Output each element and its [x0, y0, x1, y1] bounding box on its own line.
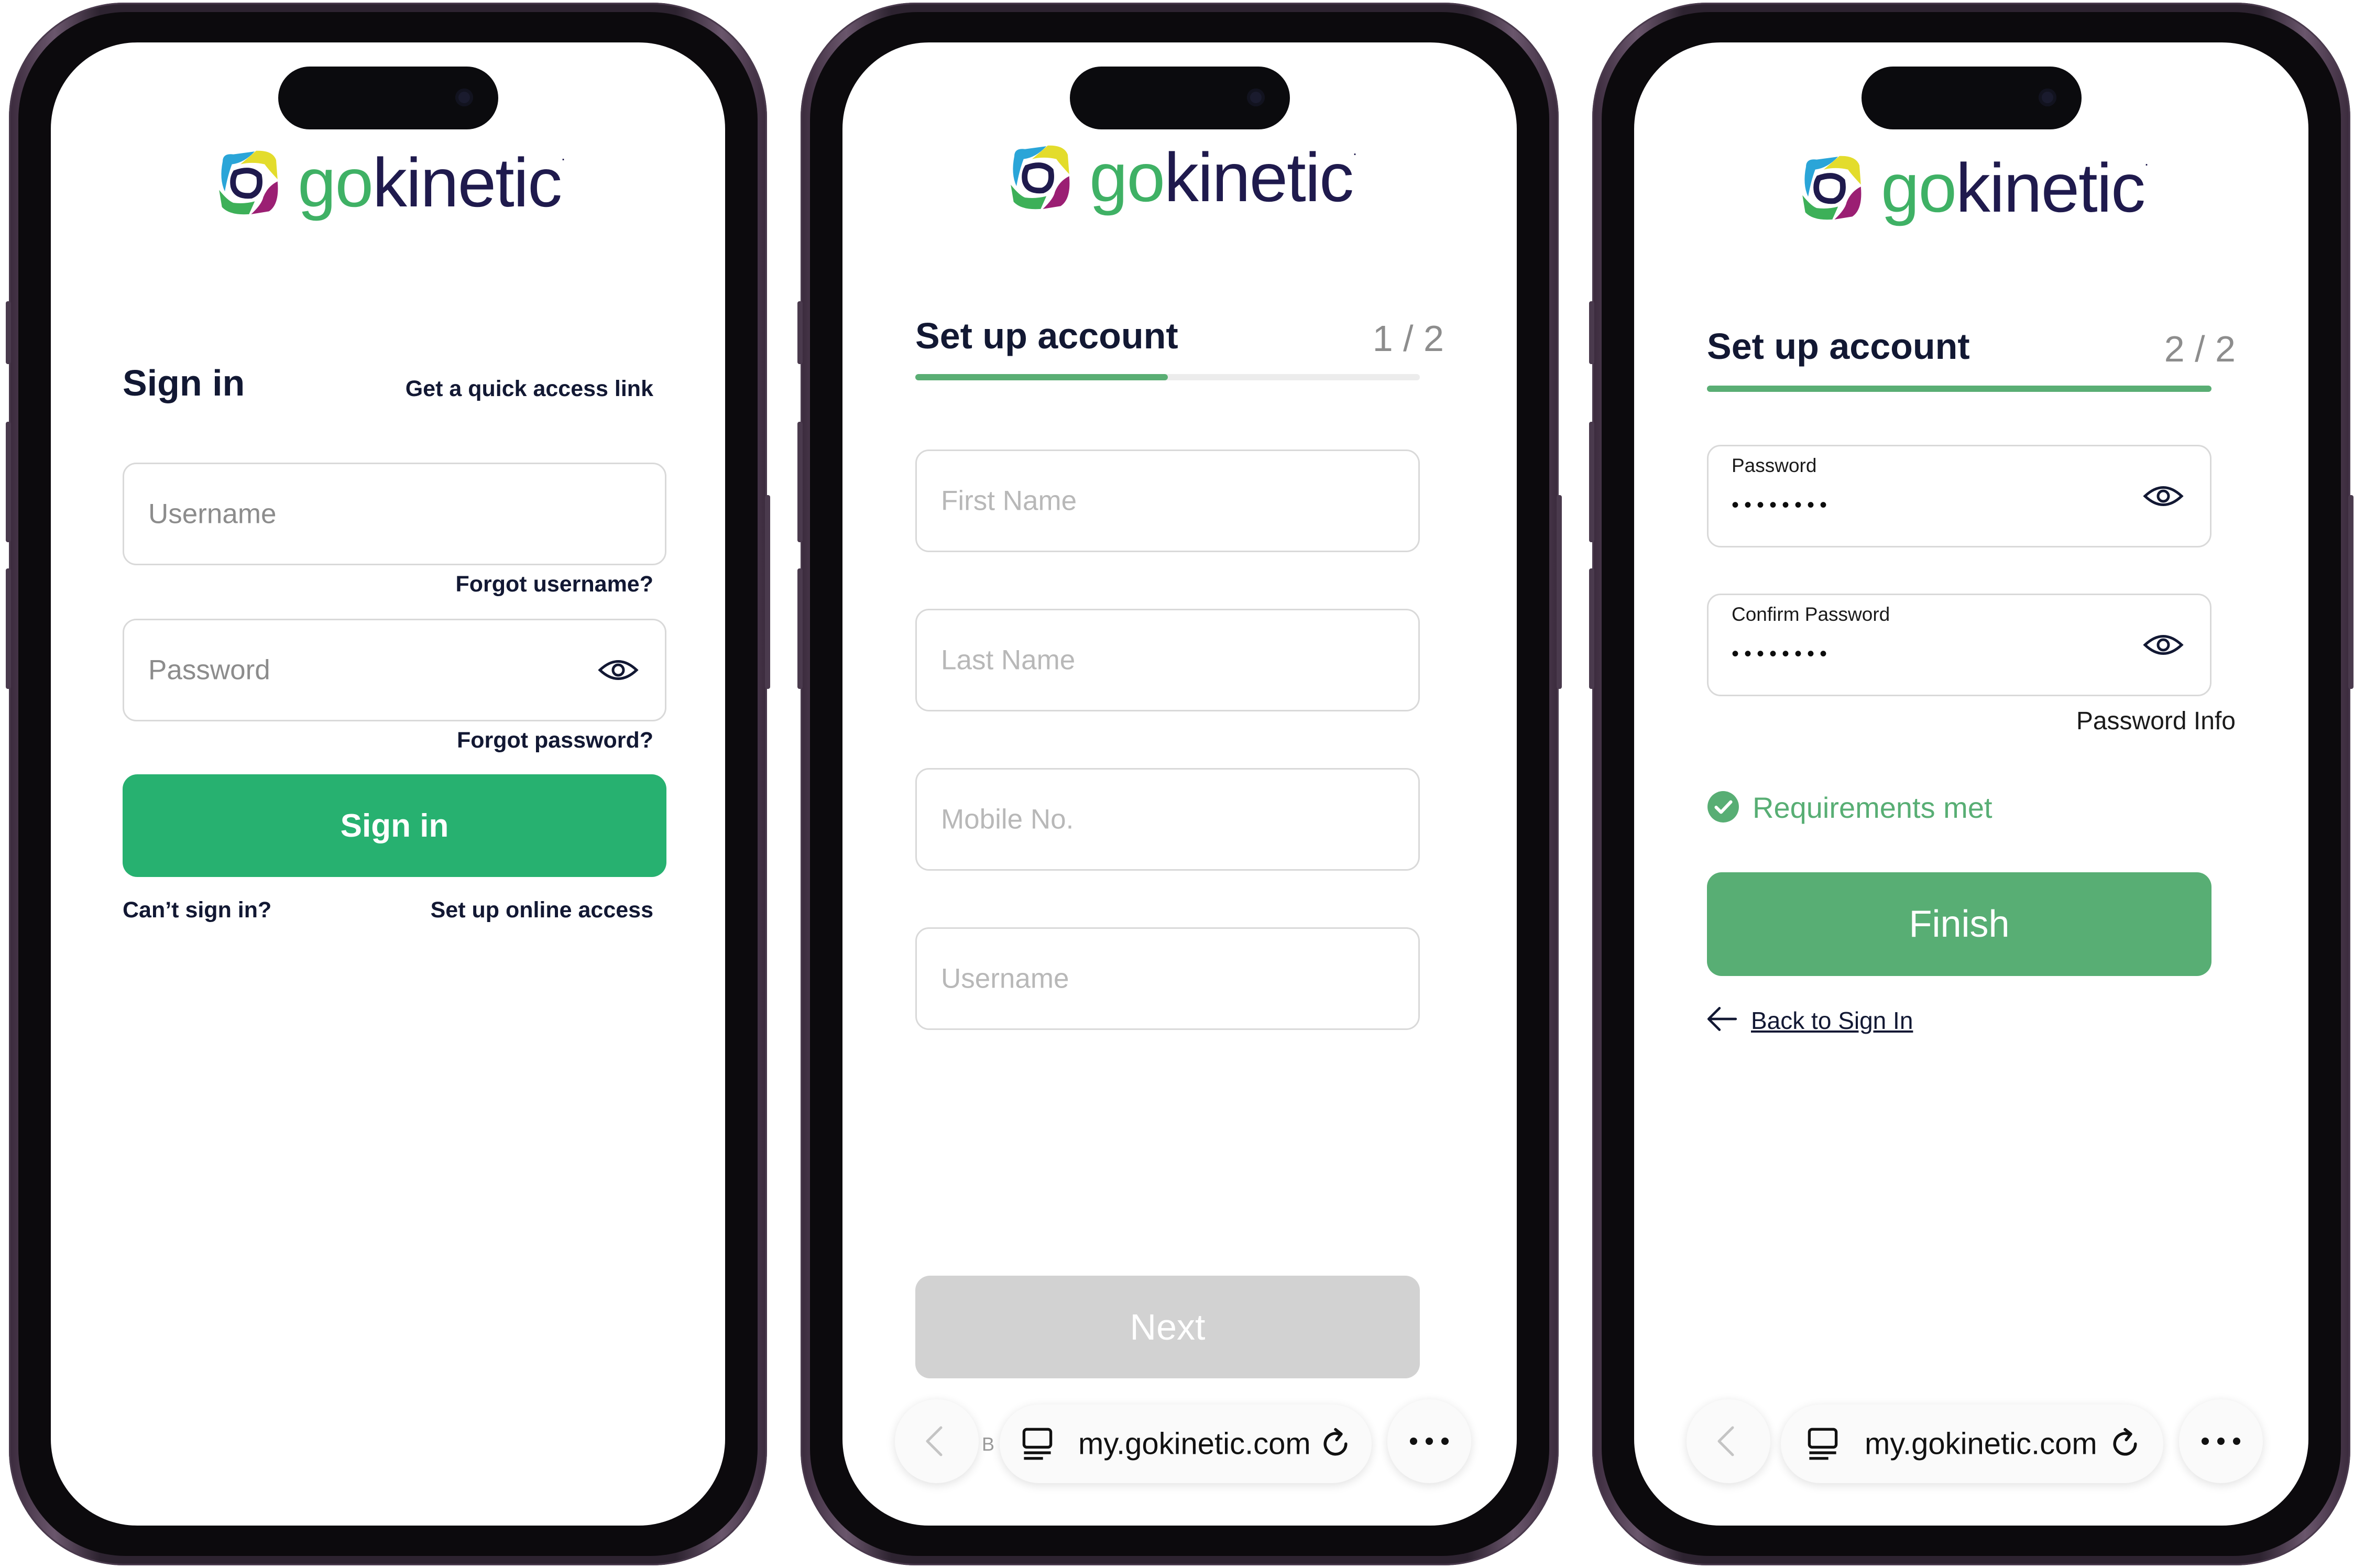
step-indicator: 2 / 2 — [2164, 328, 2236, 369]
more-menu-button[interactable] — [2179, 1399, 2263, 1483]
eye-icon[interactable] — [598, 657, 639, 683]
first-name-input[interactable]: First Name — [915, 449, 1420, 552]
reload-icon[interactable] — [1318, 1427, 1353, 1461]
mobile-input[interactable]: Mobile No. — [915, 768, 1420, 871]
eye-icon[interactable] — [2143, 483, 2184, 509]
password-input[interactable]: Password •••••••• — [1707, 445, 2211, 547]
setup-online-access-link[interactable]: Set up online access — [431, 897, 653, 923]
brand-logo: gokinetic. — [212, 144, 565, 221]
screen-signin: gokinetic. Sign in Get a quick access li… — [51, 42, 725, 1526]
volume-down-button — [6, 568, 11, 689]
tabs-icon[interactable] — [1806, 1427, 1840, 1461]
password-info-link[interactable]: Password Info — [2076, 707, 2236, 736]
username-input[interactable]: Username — [123, 463, 666, 565]
brand-logo: gokinetic. — [1795, 149, 2149, 226]
brand-wordmark: gokinetic. — [1089, 139, 1357, 216]
eye-icon[interactable] — [2143, 632, 2184, 658]
forgot-password-link[interactable]: Forgot password? — [457, 728, 653, 753]
brand-wordmark: gokinetic. — [1881, 149, 2149, 226]
phone-setup-step1: gokinetic. Set up account 1 / 2 First Na… — [797, 3, 1562, 1565]
gokinetic-logo-icon — [1802, 156, 1861, 220]
address-bar[interactable]: my.gokinetic.com — [1000, 1405, 1372, 1483]
screen-setup-step2: gokinetic. Set up account 2 / 2 Password… — [1634, 42, 2308, 1526]
next-button[interactable]: Next — [915, 1276, 1420, 1378]
browser-back-button[interactable] — [895, 1399, 979, 1483]
brand-wordmark: gokinetic. — [298, 144, 565, 221]
action-button — [6, 301, 11, 364]
password-input[interactable]: Password — [123, 619, 666, 721]
username-input[interactable]: Username — [915, 927, 1420, 1030]
dynamic-island — [1861, 67, 2082, 129]
browser-back-button[interactable] — [1687, 1399, 1770, 1483]
cant-sign-in-link[interactable]: Can’t sign in? — [123, 897, 271, 923]
requirements-status: Requirements met — [1753, 791, 1992, 824]
password-label: Password — [1732, 455, 1817, 476]
reload-icon[interactable] — [2108, 1427, 2142, 1461]
progress-fill — [915, 374, 1168, 380]
progress-bar — [915, 374, 1420, 380]
username-placeholder: Username — [941, 963, 1069, 994]
page-title: Set up account — [915, 315, 1178, 356]
tabs-icon[interactable] — [1021, 1427, 1054, 1461]
back-to-signin-link[interactable]: Back to Sign In — [1751, 1006, 1913, 1035]
step-indicator: 1 / 2 — [1372, 318, 1444, 359]
tab-preview-letter: B — [982, 1433, 995, 1455]
confirm-password-input[interactable]: Confirm Password •••••••• — [1707, 594, 2211, 696]
chevron-left-icon — [1717, 1426, 1734, 1456]
brand-logo: gokinetic. — [1003, 139, 1357, 216]
power-button — [765, 495, 770, 689]
more-icon — [2202, 1438, 2240, 1445]
username-placeholder: Username — [148, 498, 277, 530]
dynamic-island — [1069, 67, 1290, 129]
progress-fill — [1707, 386, 2211, 392]
quick-access-link[interactable]: Get a quick access link — [406, 376, 653, 402]
password-placeholder: Password — [148, 654, 270, 686]
address-bar[interactable]: my.gokinetic.com — [1781, 1405, 2163, 1483]
url-text: my.gokinetic.com — [1865, 1427, 2097, 1461]
chevron-left-icon — [926, 1426, 943, 1456]
mobile-placeholder: Mobile No. — [941, 804, 1074, 835]
dynamic-island — [278, 67, 498, 129]
password-value: •••••••• — [1732, 494, 1833, 517]
gokinetic-logo-icon — [218, 150, 278, 215]
page-title: Set up account — [1707, 326, 1970, 367]
more-icon — [1410, 1438, 1449, 1445]
last-name-input[interactable]: Last Name — [915, 609, 1420, 711]
confirm-password-value: •••••••• — [1732, 642, 1833, 665]
volume-up-button — [6, 422, 11, 542]
back-arrow-icon[interactable] — [1705, 1005, 1738, 1033]
gokinetic-logo-icon — [1010, 145, 1069, 210]
confirm-password-label: Confirm Password — [1732, 604, 1890, 625]
signin-button[interactable]: Sign in — [123, 774, 666, 877]
finish-button[interactable]: Finish — [1707, 872, 2211, 976]
first-name-placeholder: First Name — [941, 485, 1077, 517]
url-text: my.gokinetic.com — [1078, 1427, 1311, 1461]
phone-setup-step2: gokinetic. Set up account 2 / 2 Password… — [1589, 3, 2353, 1565]
phone-signin: gokinetic. Sign in Get a quick access li… — [6, 3, 770, 1565]
page-title: Sign in — [123, 363, 245, 403]
screen-setup-step1: gokinetic. Set up account 1 / 2 First Na… — [842, 42, 1517, 1526]
more-menu-button[interactable] — [1387, 1399, 1471, 1483]
check-circle-icon — [1707, 791, 1739, 823]
forgot-username-link[interactable]: Forgot username? — [456, 572, 654, 597]
progress-bar — [1707, 386, 2211, 392]
last-name-placeholder: Last Name — [941, 644, 1076, 676]
